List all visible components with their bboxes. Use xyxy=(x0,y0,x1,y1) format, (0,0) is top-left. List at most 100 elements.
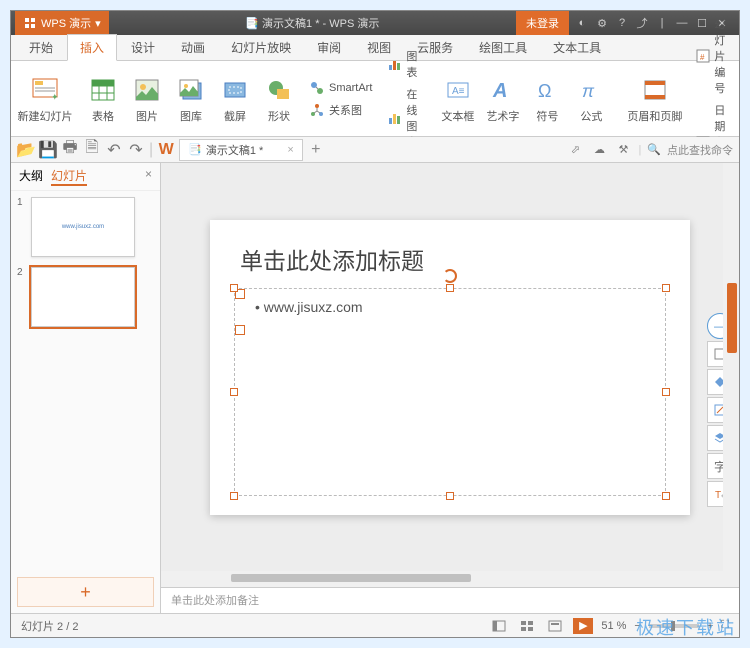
skin-icon[interactable]: ◐ xyxy=(573,14,591,32)
relation-icon xyxy=(309,102,325,118)
save-icon[interactable]: 💾 xyxy=(39,141,57,159)
gallery-icon xyxy=(175,74,207,106)
tab-animation[interactable]: 动画 xyxy=(169,35,217,60)
scrollbar-thumb[interactable] xyxy=(231,574,471,582)
tab-slideshow[interactable]: 幻灯片放映 xyxy=(219,35,303,60)
screenshot-icon xyxy=(219,74,251,106)
redo-icon[interactable]: ↷ xyxy=(127,141,145,159)
titlebar: WPS 演示 ▾ 📑 演示文稿1 * - WPS 演示 未登录 ◐ ⚙ ? ⤴ … xyxy=(11,11,739,35)
equation-icon: π xyxy=(575,74,607,106)
screenshot-button[interactable]: 截屏 xyxy=(215,74,255,124)
smartart-button[interactable]: SmartArt xyxy=(307,78,374,98)
zoom-level[interactable]: 51 % xyxy=(601,620,626,632)
vertical-scrollbar[interactable] xyxy=(723,163,739,571)
equation-button[interactable]: π 公式 xyxy=(571,74,611,124)
notes-placeholder[interactable]: 单击此处添加备注 xyxy=(161,587,739,613)
svg-text:A≡: A≡ xyxy=(452,86,465,97)
smartart-icon xyxy=(309,80,325,96)
dash-icon[interactable]: | xyxy=(653,14,671,32)
new-tab-icon[interactable]: + xyxy=(307,141,325,159)
app-menu[interactable]: WPS 演示 ▾ xyxy=(15,11,109,35)
normal-view-icon[interactable] xyxy=(489,618,509,634)
shape-icon xyxy=(263,74,295,106)
feedback-icon[interactable]: ⤴ xyxy=(633,14,651,32)
app-logo-icon xyxy=(23,16,37,30)
table-button[interactable]: 表格 xyxy=(83,74,123,124)
reading-view-icon[interactable] xyxy=(545,618,565,634)
doc-icon: 📑 xyxy=(245,18,259,30)
app-name-label: WPS 演示 xyxy=(41,15,91,31)
slideshow-play-icon[interactable]: ▶ xyxy=(573,618,593,634)
wordart-icon: A xyxy=(487,74,519,106)
close-tab-icon[interactable]: × xyxy=(287,144,293,156)
slide-panel: 大纲 幻灯片 × 1 www.jisuxz.com 2 + xyxy=(11,163,161,613)
tab-text-tools[interactable]: 文本工具 xyxy=(541,35,613,60)
document-title: 📑 演示文稿1 * - WPS 演示 xyxy=(109,15,516,31)
picture-button[interactable]: 图片 xyxy=(127,74,167,124)
svg-text:A: A xyxy=(492,80,507,101)
thumb-number: 2 xyxy=(17,267,27,327)
symbol-button[interactable]: Ω 符号 xyxy=(527,74,567,124)
workspace: 大纲 幻灯片 × 1 www.jisuxz.com 2 + 单击此处添加标题 xyxy=(11,163,739,613)
slide-number-button[interactable]: #幻灯片编号 xyxy=(694,14,729,98)
slide-thumbnail-1[interactable]: www.jisuxz.com xyxy=(31,197,135,257)
minimize-icon[interactable]: — xyxy=(673,14,691,32)
outline-tab[interactable]: 大纲 xyxy=(19,167,43,186)
cloud-icon[interactable]: ☁ xyxy=(590,141,608,159)
document-tab[interactable]: 📑 演示文稿1 * × xyxy=(179,139,303,161)
add-slide-button[interactable]: + xyxy=(17,577,154,607)
content-textbox[interactable]: • www.jisuxz.com xyxy=(234,288,666,496)
svg-text:π: π xyxy=(582,81,595,101)
help-icon[interactable]: ? xyxy=(613,14,631,32)
header-footer-button[interactable]: 页眉和页脚 xyxy=(623,74,686,124)
table-icon xyxy=(87,74,119,106)
textbox-button[interactable]: A≡ 文本框 xyxy=(437,74,478,124)
tab-design[interactable]: 设计 xyxy=(119,35,167,60)
slide-number-icon: # xyxy=(696,48,710,64)
scrollbar-thumb[interactable] xyxy=(727,283,737,353)
chart-button[interactable]: 图表 xyxy=(386,46,421,82)
slides-tab[interactable]: 幻灯片 xyxy=(51,167,87,186)
svg-text:Ω: Ω xyxy=(538,81,551,101)
new-slide-button[interactable]: ✦ 新建幻灯片 xyxy=(19,74,71,124)
print-icon[interactable]: 🖶 xyxy=(61,141,79,159)
slide[interactable]: 单击此处添加标题 • www.jisuxz.com xyxy=(210,220,690,515)
svg-text:✦: ✦ xyxy=(51,92,59,102)
title-placeholder[interactable]: 单击此处添加标题 xyxy=(240,242,424,276)
shape-button[interactable]: 形状 xyxy=(259,74,299,124)
ribbon: ✦ 新建幻灯片 表格 图片 图库 截屏 形状 SmartArt 关系图 xyxy=(11,61,739,137)
canvas-scroll[interactable]: 单击此处添加标题 • www.jisuxz.com — 字 xyxy=(161,163,739,571)
statusbar: 幻灯片 2 / 2 ▶ 51 % − + ⛶ xyxy=(11,613,739,637)
close-panel-icon[interactable]: × xyxy=(145,167,152,186)
tools-icon[interactable]: ⚒ xyxy=(614,141,632,159)
undo-icon[interactable]: ↶ xyxy=(105,141,123,159)
print-preview-icon[interactable]: 🗎 xyxy=(83,141,101,159)
symbol-icon: Ω xyxy=(531,74,563,106)
relation-button[interactable]: 关系图 xyxy=(307,100,374,120)
slide-thumbnail-2[interactable] xyxy=(31,267,135,327)
svg-text:#: # xyxy=(700,53,705,62)
settings-icon[interactable]: ⚙ xyxy=(593,14,611,32)
login-button[interactable]: 未登录 xyxy=(516,11,569,35)
tab-draw-tools[interactable]: 绘图工具 xyxy=(467,35,539,60)
thumbnails: 1 www.jisuxz.com 2 xyxy=(11,191,160,571)
search-icon[interactable]: 🔍 xyxy=(647,143,661,156)
horizontal-scrollbar[interactable] xyxy=(161,571,739,587)
ribbon-tabs: 开始 插入 设计 动画 幻灯片放映 审阅 视图 云服务 绘图工具 文本工具 xyxy=(11,35,739,61)
wordart-button[interactable]: A 艺术字 xyxy=(482,74,523,124)
share-icon[interactable]: ⬀ xyxy=(566,141,584,159)
wps-home-icon[interactable]: W xyxy=(157,141,175,159)
quick-access-bar: 📂 💾 🖶 🗎 ↶ ↷ | W 📑 演示文稿1 * × + ⬀ ☁ ⚒ | 🔍 … xyxy=(11,137,739,163)
command-search[interactable]: 点此查找命令 xyxy=(667,142,733,158)
canvas-area: 单击此处添加标题 • www.jisuxz.com — 字 xyxy=(161,163,739,613)
bullet-text[interactable]: • www.jisuxz.com xyxy=(235,289,665,325)
sorter-view-icon[interactable] xyxy=(517,618,537,634)
tab-insert[interactable]: 插入 xyxy=(67,34,117,61)
gallery-button[interactable]: 图库 xyxy=(171,74,211,124)
tab-start[interactable]: 开始 xyxy=(17,35,65,60)
tab-review[interactable]: 审阅 xyxy=(305,35,353,60)
rotate-handle-icon[interactable] xyxy=(443,269,457,283)
watermark: 极速下载站 xyxy=(636,614,736,640)
open-icon[interactable]: 📂 xyxy=(17,141,35,159)
app-menu-caret-icon: ▾ xyxy=(95,17,101,30)
